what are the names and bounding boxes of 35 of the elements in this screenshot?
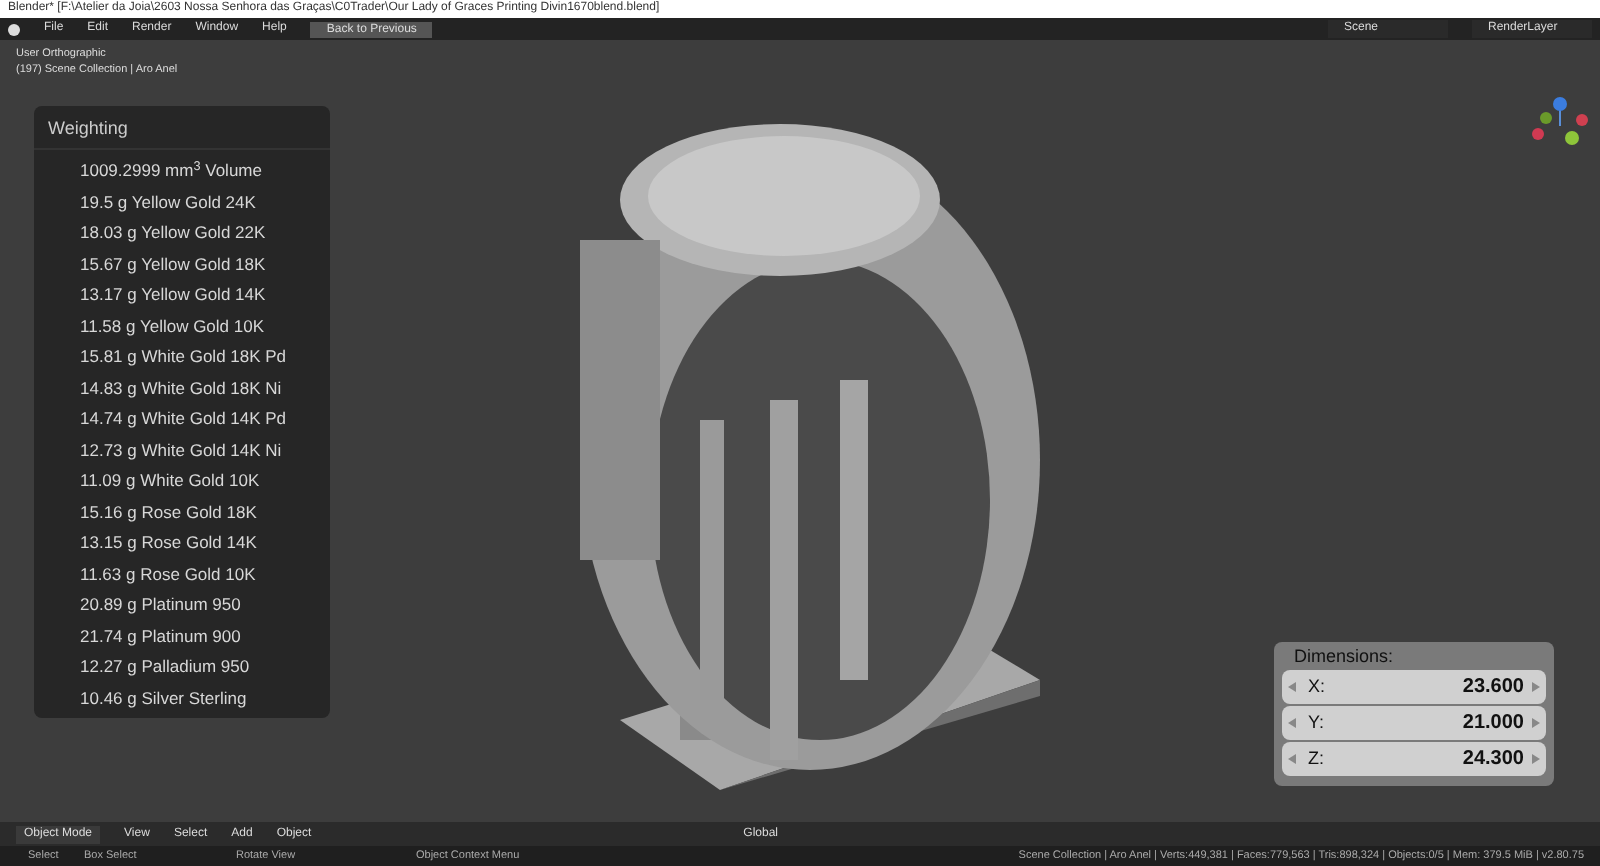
weight-row-text: 15.67 g Yellow Gold 18K [80, 251, 268, 278]
axis-label: Y: [1308, 709, 1325, 736]
weight-row-text: 12.27 g Palladium 950 [80, 654, 252, 680]
weight-row-text: 11.63 g Rose Gold 10K [80, 561, 258, 588]
weight-row-text: 12.73 g White Gold 14K Ni [80, 437, 284, 464]
weight-row-text: 21.74 g Platinum 900 [80, 623, 243, 650]
right-arrow-icon[interactable] [1532, 754, 1540, 764]
weight-row-text: 19.5 g Yellow Gold 24K [80, 189, 258, 216]
weight-row-text: 1009.2999 mm$^{3}$ Volume [80, 157, 264, 184]
weight-row-text: 15.16 g Rose Gold 18K [80, 499, 259, 526]
dimension-value: 21.000 [1462, 710, 1524, 738]
dimension-field[interactable]: Y: 21.000 [1282, 706, 1546, 740]
weight-row-text: 11.58 g Yellow Gold 10K [80, 313, 267, 340]
dimension-value: 23.600 [1462, 674, 1524, 702]
left-arrow-icon[interactable] [1288, 682, 1296, 692]
axis-label: Z: [1308, 745, 1324, 772]
left-arrow-icon[interactable] [1288, 754, 1296, 764]
panel-title: Weighting [34, 106, 330, 150]
weight-row-text: 14.83 g White Gold 18K Ni [80, 375, 284, 402]
dimension-value: 24.300 [1462, 746, 1524, 774]
weight-row-text: 20.89 g Platinum 950 [80, 592, 243, 618]
weight-row-text: 13.15 g Rose Gold 14K [80, 530, 259, 556]
weight-row-text: 18.03 g Yellow Gold 22K [80, 220, 268, 246]
right-arrow-icon[interactable] [1532, 682, 1540, 692]
panel-title: Dimensions: [1292, 644, 1396, 670]
left-arrow-icon[interactable] [1288, 718, 1296, 728]
weight-row-text: 10.46 g Silver Sterling [80, 685, 249, 712]
axis-label: X: [1308, 673, 1326, 700]
dimension-field[interactable]: X: 23.600 [1282, 670, 1546, 704]
weight-row-text: 14.74 g White Gold 14K Pd [80, 406, 289, 432]
weight-row-text: 11.09 g White Gold 10K [80, 468, 262, 494]
right-arrow-icon[interactable] [1532, 718, 1540, 728]
dimension-field[interactable]: Z: 24.300 [1282, 742, 1546, 776]
weight-row-text: 15.81 g White Gold 18K Pd [80, 344, 289, 370]
weight-row-text: 13.17 g Yellow Gold 14K [80, 282, 268, 308]
